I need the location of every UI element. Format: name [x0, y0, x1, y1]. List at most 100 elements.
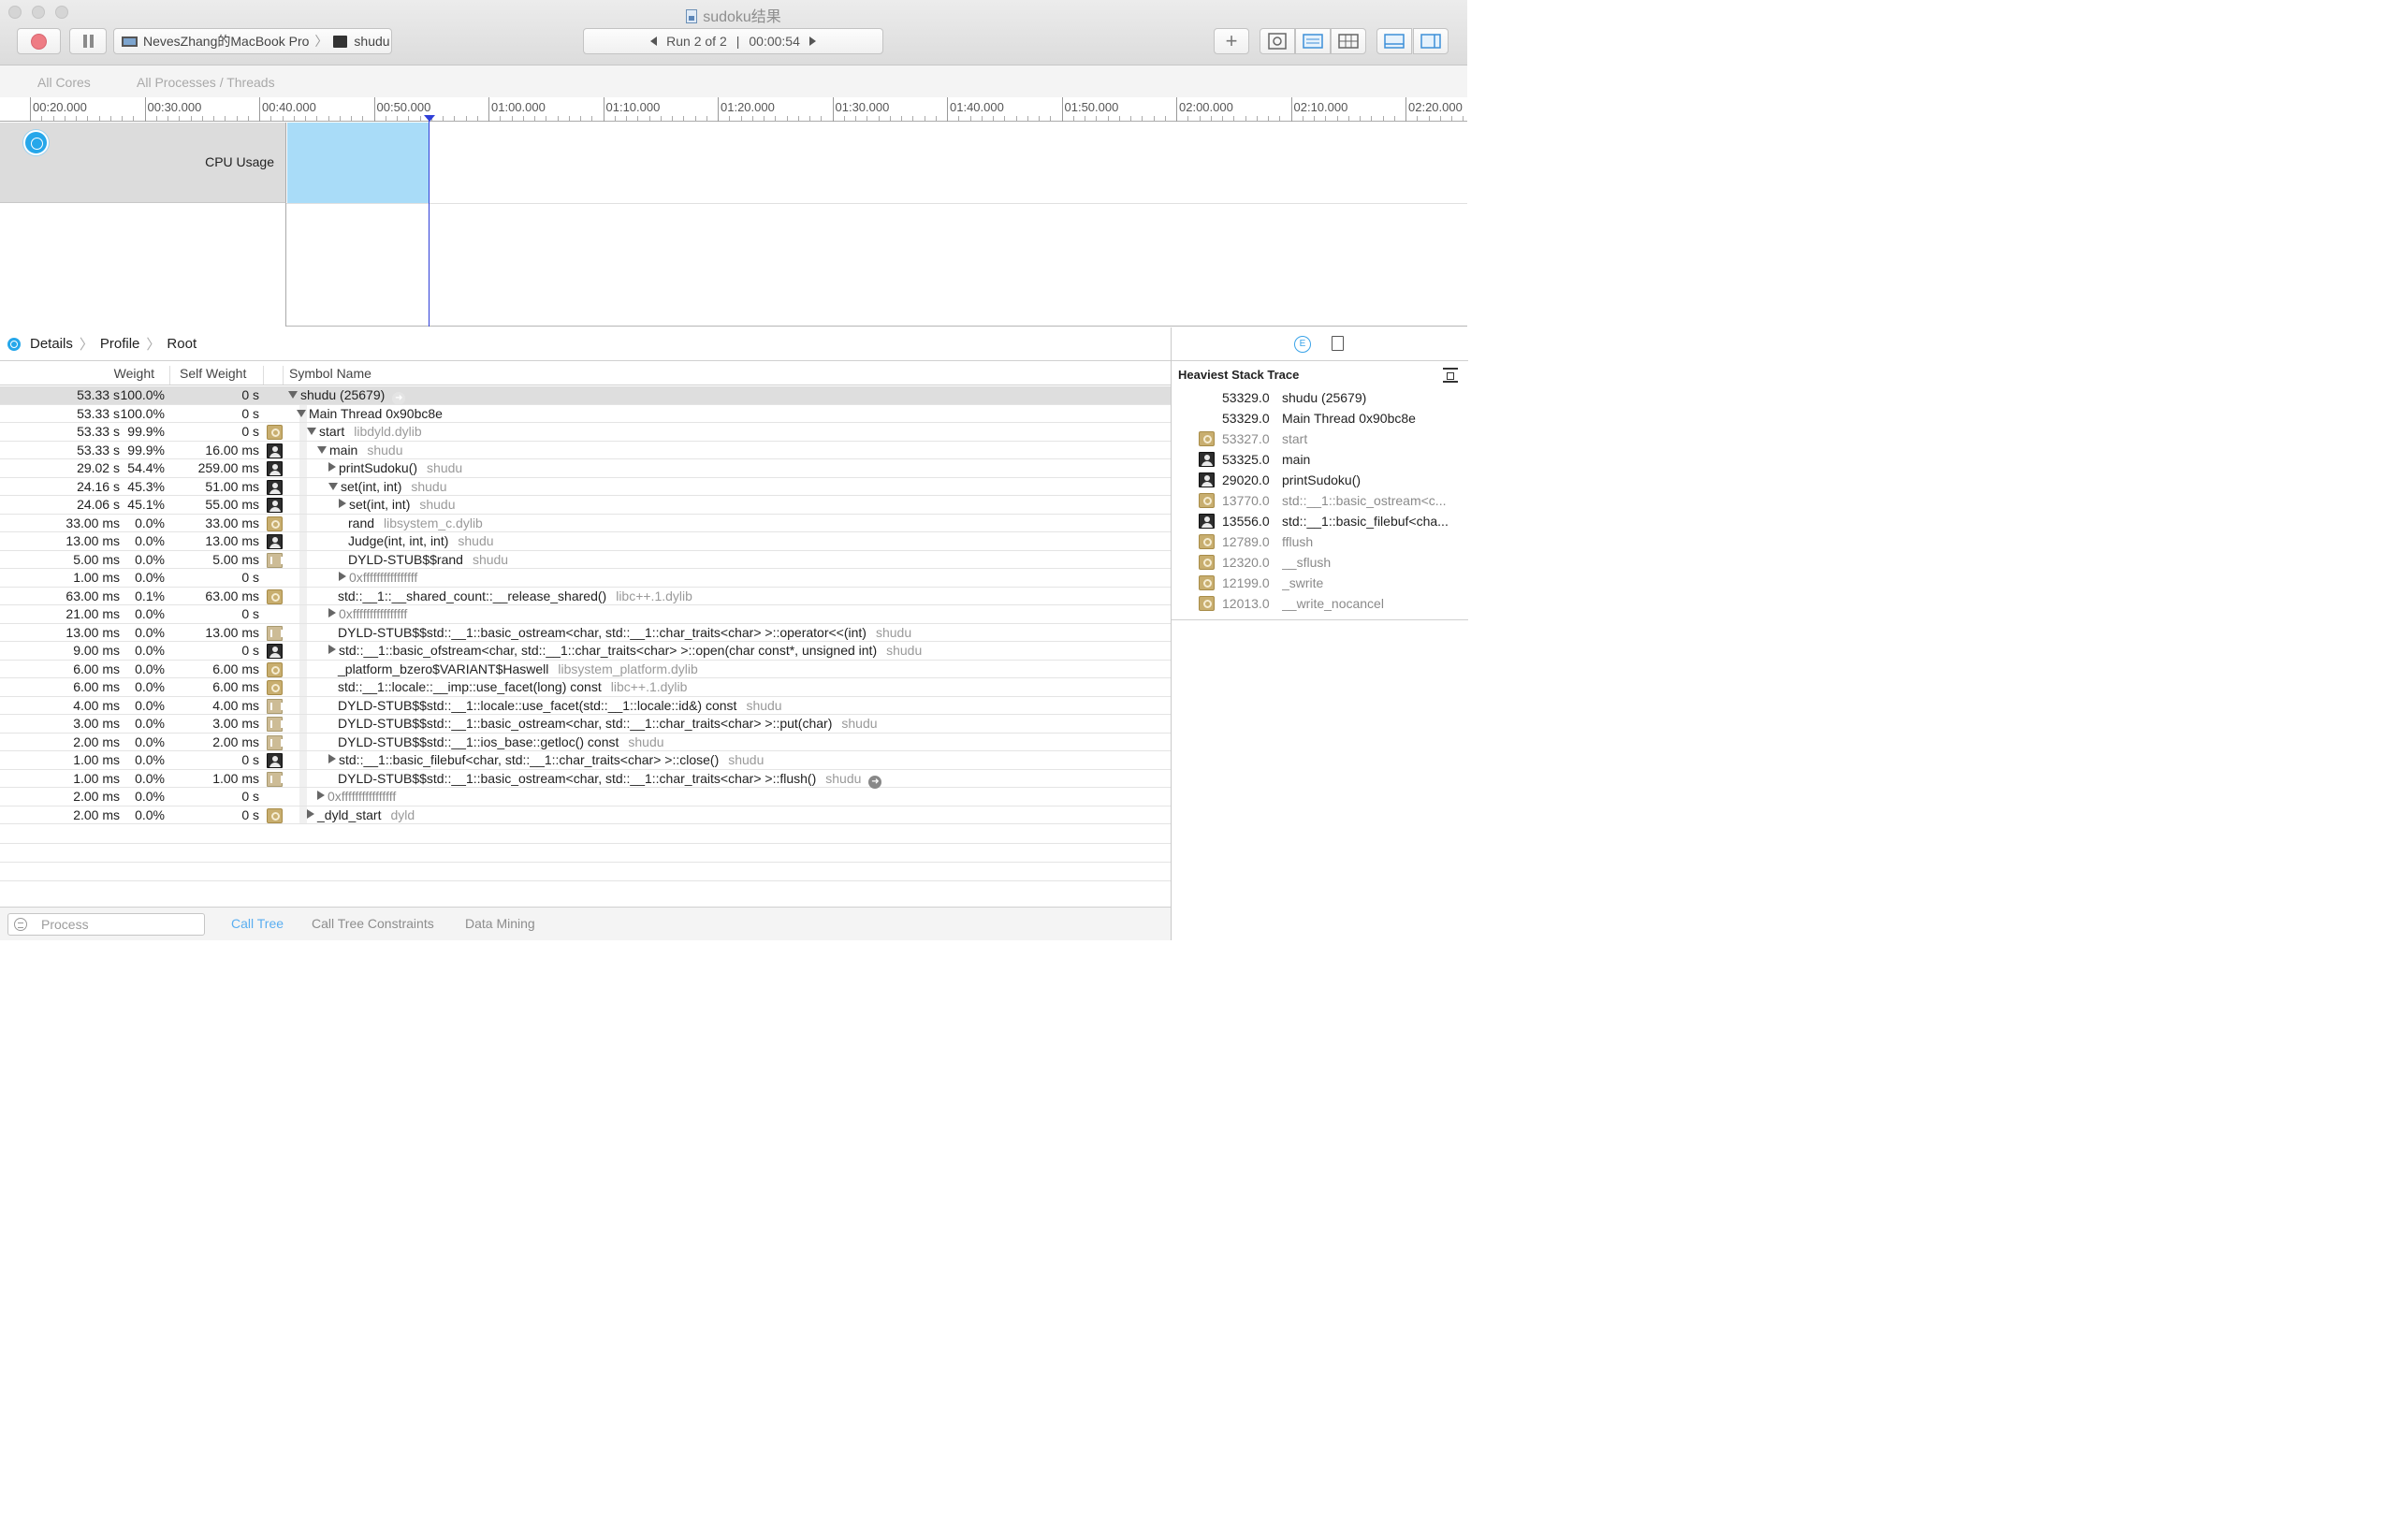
stack-frame-row[interactable]: 12320.0 __sflush: [1172, 553, 1468, 574]
disclosure-closed-icon[interactable]: [328, 462, 336, 472]
call-tree-tab[interactable]: Call Tree: [231, 916, 284, 931]
disclosure-open-icon[interactable]: [297, 409, 306, 417]
call-tree-row[interactable]: 29.02 s 54.4% 259.00 ms printSudoku() shudu: [0, 459, 1171, 478]
pause-button[interactable]: [69, 28, 107, 54]
call-tree-row[interactable]: 6.00 ms 0.0% 6.00 ms _platform_bzero$VARIAN…: [0, 661, 1171, 678]
symbol-name-column-header[interactable]: Symbol Name: [289, 366, 371, 381]
call-tree-row[interactable]: 2.00 ms 0.0% 2.00 ms DYLD-STUB$$std::__1::i…: [0, 734, 1171, 751]
column-divider[interactable]: [283, 366, 284, 385]
disclosure-closed-icon[interactable]: [317, 791, 325, 800]
call-tree-row[interactable]: 53.33 s 100.0% 0 s shudu (25679) ➜: [0, 386, 1171, 405]
previous-run-icon[interactable]: [650, 36, 658, 46]
call-tree-row[interactable]: 1.00 ms 0.0% 0 s std::__1::basic_filebuf<ch…: [0, 751, 1171, 770]
next-run-icon[interactable]: [808, 36, 816, 46]
stack-frame-row[interactable]: 12013.0 __write_nocancel: [1172, 594, 1468, 615]
terminal-icon: [333, 35, 348, 48]
call-tree-row[interactable]: 21.00 ms 0.0% 0 s 0xffffffffffffffff: [0, 605, 1171, 624]
list-icon: [1303, 34, 1323, 49]
playhead-handle[interactable]: [424, 115, 435, 122]
all-cores-tab[interactable]: All Cores: [37, 75, 91, 90]
breadcrumb-details[interactable]: Details: [30, 336, 73, 352]
symbol-name: _platform_bzero$VARIANT$Haswell: [338, 661, 549, 676]
disclosure-open-icon[interactable]: [307, 428, 316, 435]
disclosure-open-icon[interactable]: [288, 391, 298, 399]
stack-frame-row[interactable]: 53329.0 Main Thread 0x90bc8e: [1172, 409, 1468, 429]
disclosure-closed-icon[interactable]: [307, 808, 314, 819]
stack-frame-row[interactable]: 53325.0 main: [1172, 450, 1468, 471]
call-tree-row[interactable]: 2.00 ms 0.0% 0 s _dyld_start dyld: [0, 806, 1171, 824]
self-weight-value: 0 s: [241, 752, 259, 767]
call-tree-row[interactable]: 63.00 ms 0.1% 63.00 ms std::__1::__shared_c…: [0, 588, 1171, 605]
target-selector[interactable]: NevesZhang的MacBook Pro 〉 shudu: [113, 28, 392, 54]
stack-frame-row[interactable]: 13556.0 std::__1::basic_filebuf<cha...: [1172, 512, 1468, 532]
timeline-ruler[interactable]: 00:20.000 00:30.000 00:40.000 00:50.000 01:0…: [0, 97, 1467, 122]
weight-percent: 45.3%: [127, 478, 165, 494]
ruler-minor-tick: [1336, 116, 1338, 121]
toggle-detail-area-button[interactable]: [1376, 28, 1412, 54]
self-weight-column-header[interactable]: Self Weight: [180, 366, 246, 381]
weight-column-header[interactable]: Weight: [114, 366, 154, 381]
extended-detail-settings-button[interactable]: [1331, 28, 1366, 54]
disclosure-closed-icon[interactable]: [328, 754, 336, 763]
disclosure-closed-icon[interactable]: [339, 499, 346, 508]
call-tree-row[interactable]: 1.00 ms 0.0% 0 s 0xffffffffffffffff: [0, 569, 1171, 588]
stack-options-icon[interactable]: [1443, 368, 1458, 383]
call-tree-row[interactable]: 53.33 s 99.9% 0 s start libdyld.dylib: [0, 423, 1171, 442]
cpu-usage-track[interactable]: CPU Usage: [0, 123, 1467, 327]
disclosure-open-icon[interactable]: [328, 482, 338, 490]
disclosure-closed-icon[interactable]: [328, 645, 336, 654]
call-tree-row[interactable]: 13.00 ms 0.0% 13.00 ms DYLD-STUB$$std::__1:…: [0, 624, 1171, 642]
weight-percent: 100.0%: [120, 387, 165, 402]
call-tree-row[interactable]: 24.16 s 45.3% 51.00 ms set(int, int) shudu: [0, 478, 1171, 496]
document-icon[interactable]: [1332, 336, 1344, 351]
stack-frame-row[interactable]: 53327.0 start: [1172, 429, 1468, 450]
call-tree-row[interactable]: 6.00 ms 0.0% 6.00 ms std::__1::locale::__im…: [0, 678, 1171, 697]
call-tree-row[interactable]: 9.00 ms 0.0% 0 s std::__1::basic_ofstream<c…: [0, 642, 1171, 661]
process-filter-field[interactable]: Process: [7, 913, 205, 936]
empty-row: [0, 862, 1171, 863]
call-tree-row[interactable]: 53.33 s 100.0% 0 s Main Thread 0x90bc8e: [0, 405, 1171, 423]
call-tree-row[interactable]: 4.00 ms 0.0% 4.00 ms DYLD-STUB$$std::__1::l…: [0, 697, 1171, 715]
playhead[interactable]: [429, 116, 430, 327]
stack-frame-row[interactable]: 13770.0 std::__1::basic_ostream<c...: [1172, 491, 1468, 512]
add-instrument-button[interactable]: +: [1214, 28, 1249, 54]
call-tree-row[interactable]: 13.00 ms 0.0% 13.00 ms Judge(int, int, int)…: [0, 532, 1171, 551]
call-tree-row[interactable]: 3.00 ms 0.0% 3.00 ms DYLD-STUB$$std::__1::b…: [0, 715, 1171, 734]
focus-arrow-icon[interactable]: ➜: [868, 775, 882, 789]
disclosure-open-icon[interactable]: [317, 445, 327, 454]
breadcrumb-root[interactable]: Root: [167, 336, 197, 352]
call-tree-row[interactable]: 33.00 ms 0.0% 33.00 ms rand libsystem_c.dyli…: [0, 515, 1171, 532]
call-tree-constraints-tab[interactable]: Call Tree Constraints: [312, 916, 434, 931]
weight-percent: 0.0%: [135, 661, 165, 676]
ruler-minor-tick: [408, 116, 410, 121]
call-tree-row[interactable]: 2.00 ms 0.0% 0 s 0xffffffffffffffff: [0, 788, 1171, 806]
data-mining-tab[interactable]: Data Mining: [465, 916, 535, 931]
call-tree-row[interactable]: 1.00 ms 0.0% 1.00 ms DYLD-STUB$$std::__1::b…: [0, 770, 1171, 789]
weight-value: 13.00 ms: [66, 624, 120, 640]
toggle-inspector-button[interactable]: [1413, 28, 1449, 54]
record-settings-button[interactable]: [1260, 28, 1295, 54]
stack-frame-row[interactable]: 12789.0 fflush: [1172, 532, 1468, 553]
symbol-cell: DYLD-STUB$$std::__1::ios_base::getloc() …: [338, 734, 664, 749]
display-settings-button[interactable]: [1295, 28, 1331, 54]
column-divider[interactable]: [263, 366, 264, 385]
breadcrumb-profile[interactable]: Profile: [100, 336, 140, 352]
all-processes-tab[interactable]: All Processes / Threads: [137, 75, 275, 90]
stack-frame-row[interactable]: 12199.0 _swrite: [1172, 574, 1468, 594]
stack-frame-row[interactable]: 53329.0 shudu (25679): [1172, 388, 1468, 409]
call-tree-row[interactable]: 5.00 ms 0.0% 5.00 ms DYLD-STUB$$rand shudu: [0, 551, 1171, 569]
disclosure-closed-icon[interactable]: [328, 608, 336, 617]
stack-frame-row[interactable]: 29020.0 printSudoku(): [1172, 471, 1468, 491]
disclosure-closed-icon[interactable]: [339, 572, 346, 581]
library-name: shudu: [472, 551, 509, 567]
call-tree-row[interactable]: 24.06 s 45.1% 55.00 ms set(int, int) shudu: [0, 496, 1171, 515]
focus-arrow-icon[interactable]: ➜: [392, 392, 406, 405]
library-name: libc++.1.dylib: [616, 588, 692, 603]
self-weight-value: 1.00 ms: [212, 770, 259, 786]
column-divider[interactable]: [169, 366, 170, 385]
user-code-icon: [267, 443, 283, 458]
extended-detail-icon[interactable]: E: [1294, 336, 1311, 353]
symbol-cell: Judge(int, int, int) shudu: [348, 533, 494, 548]
call-tree-row[interactable]: 53.33 s 99.9% 16.00 ms main shudu: [0, 442, 1171, 459]
record-button[interactable]: [17, 28, 61, 54]
